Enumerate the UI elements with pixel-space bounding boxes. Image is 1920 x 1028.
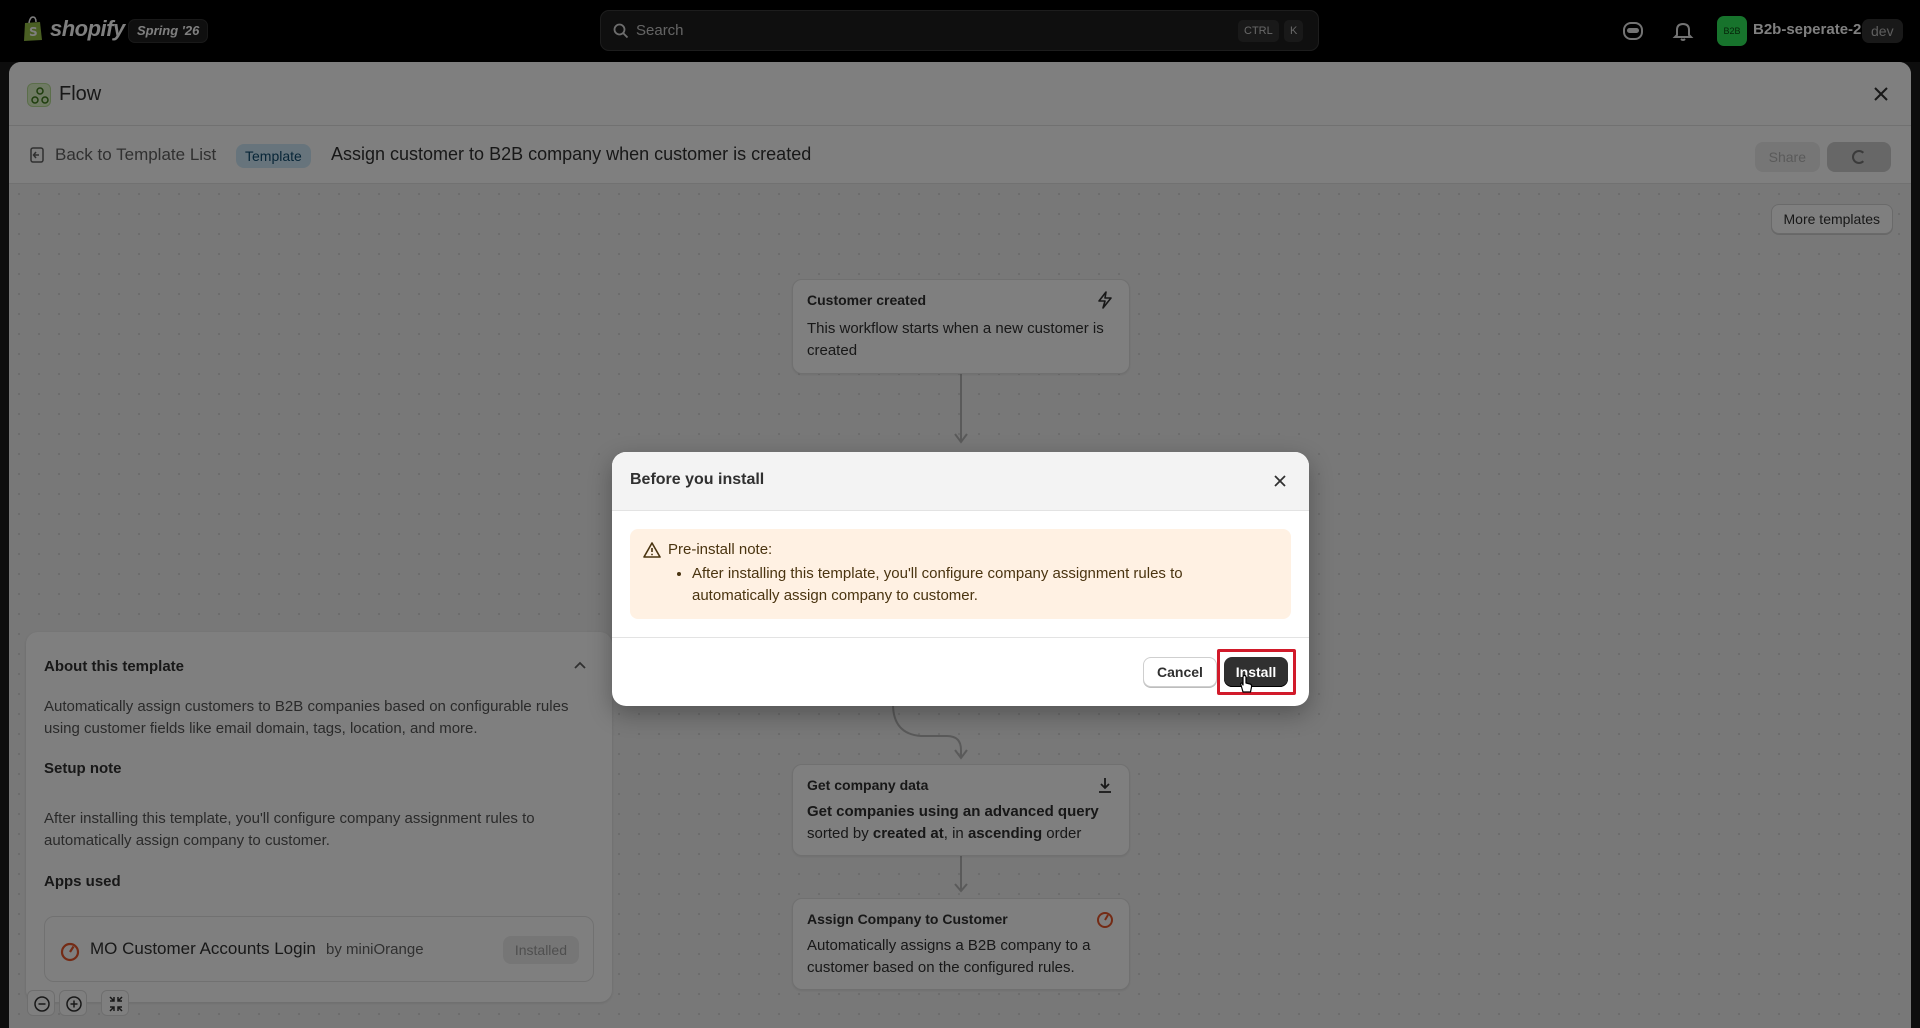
hand-cursor-icon: [1240, 674, 1253, 693]
install-button[interactable]: Install: [1224, 657, 1288, 687]
modal-title: Before you install: [630, 471, 765, 488]
warning-icon: [643, 542, 661, 558]
note-list-item: After installing this template, you'll c…: [692, 563, 1272, 607]
modal-header: Before you install: [612, 452, 1309, 511]
modal-divider: [612, 637, 1309, 638]
before-install-modal: Before you install Pre-install note: Aft…: [612, 452, 1309, 706]
cancel-button[interactable]: Cancel: [1143, 657, 1217, 687]
note-heading: Pre-install note:: [668, 541, 773, 558]
close-icon[interactable]: [1269, 470, 1291, 492]
note-list: After installing this template, you'll c…: [692, 563, 1272, 607]
pre-install-note-banner: Pre-install note: After installing this …: [630, 529, 1291, 619]
